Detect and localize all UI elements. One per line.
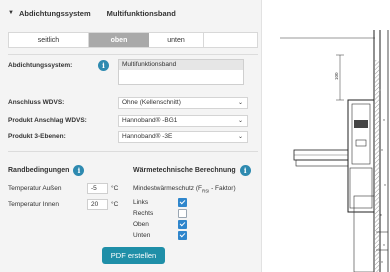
randbedingungen-title: Randbedingungen i <box>8 165 85 176</box>
info-icon[interactable]: i <box>239 165 251 176</box>
info-icon[interactable]: i <box>98 60 109 71</box>
temp-aussen-label: Temperatur Außen <box>8 185 62 192</box>
tab-oben[interactable]: oben <box>89 33 149 47</box>
randbedingungen-title-text: Randbedingungen <box>8 167 70 174</box>
ebenen-label: Produkt 3-Ebenen: <box>8 133 66 140</box>
divider <box>8 54 258 55</box>
wdvs-label: Anschluss WDVS: <box>8 99 65 106</box>
waerme-subtitle: Mindestwärmeschutz (FRSi - Faktor) <box>133 185 236 193</box>
temp-aussen-input[interactable]: -5 <box>87 183 108 194</box>
section-drawing: 100 <box>262 0 390 272</box>
temp-aussen-unit: °C <box>111 185 119 192</box>
caret-down-icon[interactable]: ▼ <box>8 10 14 16</box>
temp-innen-label: Temperatur Innen <box>8 201 59 208</box>
position-tabs: seitlich oben unten <box>8 32 258 48</box>
option-unten-label: Unten <box>133 232 151 239</box>
wdvs-select[interactable]: Ohne (Kellenschnitt) ⌄ <box>118 97 248 109</box>
section-header[interactable]: ▼ Abdichtungssystem Multifunktionsband <box>8 0 258 26</box>
checkbox-oben[interactable] <box>178 220 187 229</box>
chevron-down-icon: ⌄ <box>237 134 243 140</box>
anschlag-select[interactable]: Hannoband® -BG1 ⌄ <box>118 115 248 127</box>
settings-panel: ▼ Abdichtungssystem Multifunktionsband s… <box>0 0 262 272</box>
tab-empty <box>204 33 257 47</box>
pdf-erstellen-button[interactable]: PDF erstellen <box>102 247 165 264</box>
option-oben-label: Oben <box>133 221 149 228</box>
anschlag-label: Produkt Anschlag WDVS: <box>8 117 87 124</box>
checkbox-links[interactable] <box>178 198 187 207</box>
temp-innen-input[interactable]: 20 <box>87 199 108 210</box>
abdichtung-label: Abdichtungssystem: <box>8 62 73 69</box>
dimension-label: 100 <box>334 72 339 80</box>
anschlag-value: Hannoband® -BG1 <box>122 117 178 124</box>
tab-unten[interactable]: unten <box>149 33 204 47</box>
abdichtung-option[interactable]: Multifunktionsband <box>119 60 243 70</box>
option-rechts-label: Rechts <box>133 210 154 217</box>
divider <box>8 151 258 152</box>
header-value: Multifunktionsband <box>106 8 176 18</box>
ebenen-value: Hannoband® -3E <box>122 133 173 140</box>
option-links-label: Links <box>133 199 149 206</box>
subtitle-prefix: Mindestwärmeschutz (F <box>133 185 202 192</box>
subtitle-suffix: - Faktor) <box>209 185 236 192</box>
header-title: Abdichtungssystem <box>18 8 91 18</box>
waerme-title: Wärmetechnische Berechnung i <box>133 165 251 176</box>
ebenen-select[interactable]: Hannoband® -3E ⌄ <box>118 131 248 143</box>
abdichtung-listbox[interactable]: Multifunktionsband <box>118 59 244 85</box>
chevron-down-icon: ⌄ <box>237 100 243 106</box>
tab-seitlich[interactable]: seitlich <box>9 33 89 47</box>
waerme-title-text: Wärmetechnische Berechnung <box>133 167 236 174</box>
temp-innen-unit: °C <box>111 201 119 208</box>
drawing-svg: 100 <box>280 30 389 272</box>
checkbox-rechts[interactable] <box>178 209 187 218</box>
checkbox-unten[interactable] <box>178 231 187 240</box>
chevron-down-icon: ⌄ <box>237 118 243 124</box>
info-icon[interactable]: i <box>73 165 85 176</box>
wdvs-value: Ohne (Kellenschnitt) <box>122 99 181 106</box>
